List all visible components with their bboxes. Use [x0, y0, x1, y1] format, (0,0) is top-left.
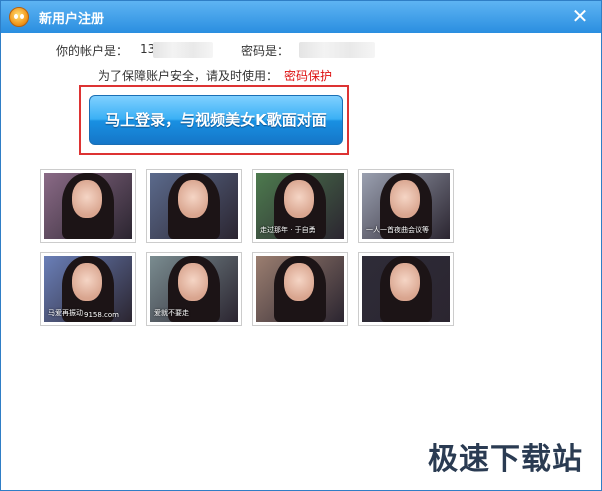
watermark: 极速下载站 [428, 442, 583, 477]
thumbnail-watermark: 9158.com [84, 311, 119, 319]
password-protect-link[interactable]: 密码保护 [284, 67, 332, 84]
thumbnail-face [178, 262, 209, 301]
thumbnail-image: 爱就不要走 [150, 256, 238, 322]
video-thumbnail[interactable]: 爱就不要走 [146, 252, 242, 326]
thumbnail-face [72, 179, 103, 218]
thumbnail-face [390, 262, 421, 301]
close-icon: ✕ [571, 4, 589, 28]
password-value-masked [299, 42, 375, 58]
password-label: 密码是： [241, 44, 290, 58]
close-button[interactable]: ✕ [569, 5, 591, 27]
video-thumbnail[interactable] [146, 169, 242, 243]
thumbnail-face [178, 179, 209, 218]
video-thumbnail[interactable] [358, 252, 454, 326]
video-thumbnail[interactable]: 马爱再振动 9158.com [40, 252, 136, 326]
thumbnail-image: 走过那年 · 于自勇 [256, 173, 344, 239]
login-button[interactable]: 马上登录，与视频美女K歌面对面 [89, 95, 343, 145]
thumbnail-image [44, 173, 132, 239]
security-prompt: 为了保障账户安全，请及时使用： [98, 69, 279, 83]
account-label: 你的帐户是： [56, 44, 129, 58]
thumbnail-image [362, 256, 450, 322]
thumbnail-face [284, 179, 315, 218]
thumbnail-caption: 爱就不要走 [154, 309, 189, 317]
video-thumbnail[interactable] [40, 169, 136, 243]
thumbnail-caption: 走过那年 · 于自勇 [260, 226, 316, 234]
register-window: 新用户注册 ✕ 你的帐户是： 13 密码是： 为了保障账户安全，请及时使用： 密… [0, 0, 602, 491]
thumbnail-caption: 一人一首夜曲会议等 [366, 226, 429, 234]
video-thumbnail[interactable] [252, 252, 348, 326]
thumbnail-image [256, 256, 344, 322]
thumbnail-face [284, 262, 315, 301]
app-logo-icon [9, 7, 29, 27]
thumbnail-image: 马爱再振动 9158.com [44, 256, 132, 322]
video-thumbnail[interactable]: 走过那年 · 于自勇 [252, 169, 348, 243]
thumbnail-face [72, 262, 103, 301]
thumbnail-image [150, 173, 238, 239]
title-bar[interactable]: 新用户注册 ✕ [1, 1, 601, 33]
thumbnail-face [390, 179, 421, 218]
window-title: 新用户注册 [39, 12, 105, 27]
video-thumbnail[interactable]: 一人一首夜曲会议等 [358, 169, 454, 243]
thumbnail-image: 一人一首夜曲会议等 [362, 173, 450, 239]
account-value-masked [153, 42, 213, 58]
